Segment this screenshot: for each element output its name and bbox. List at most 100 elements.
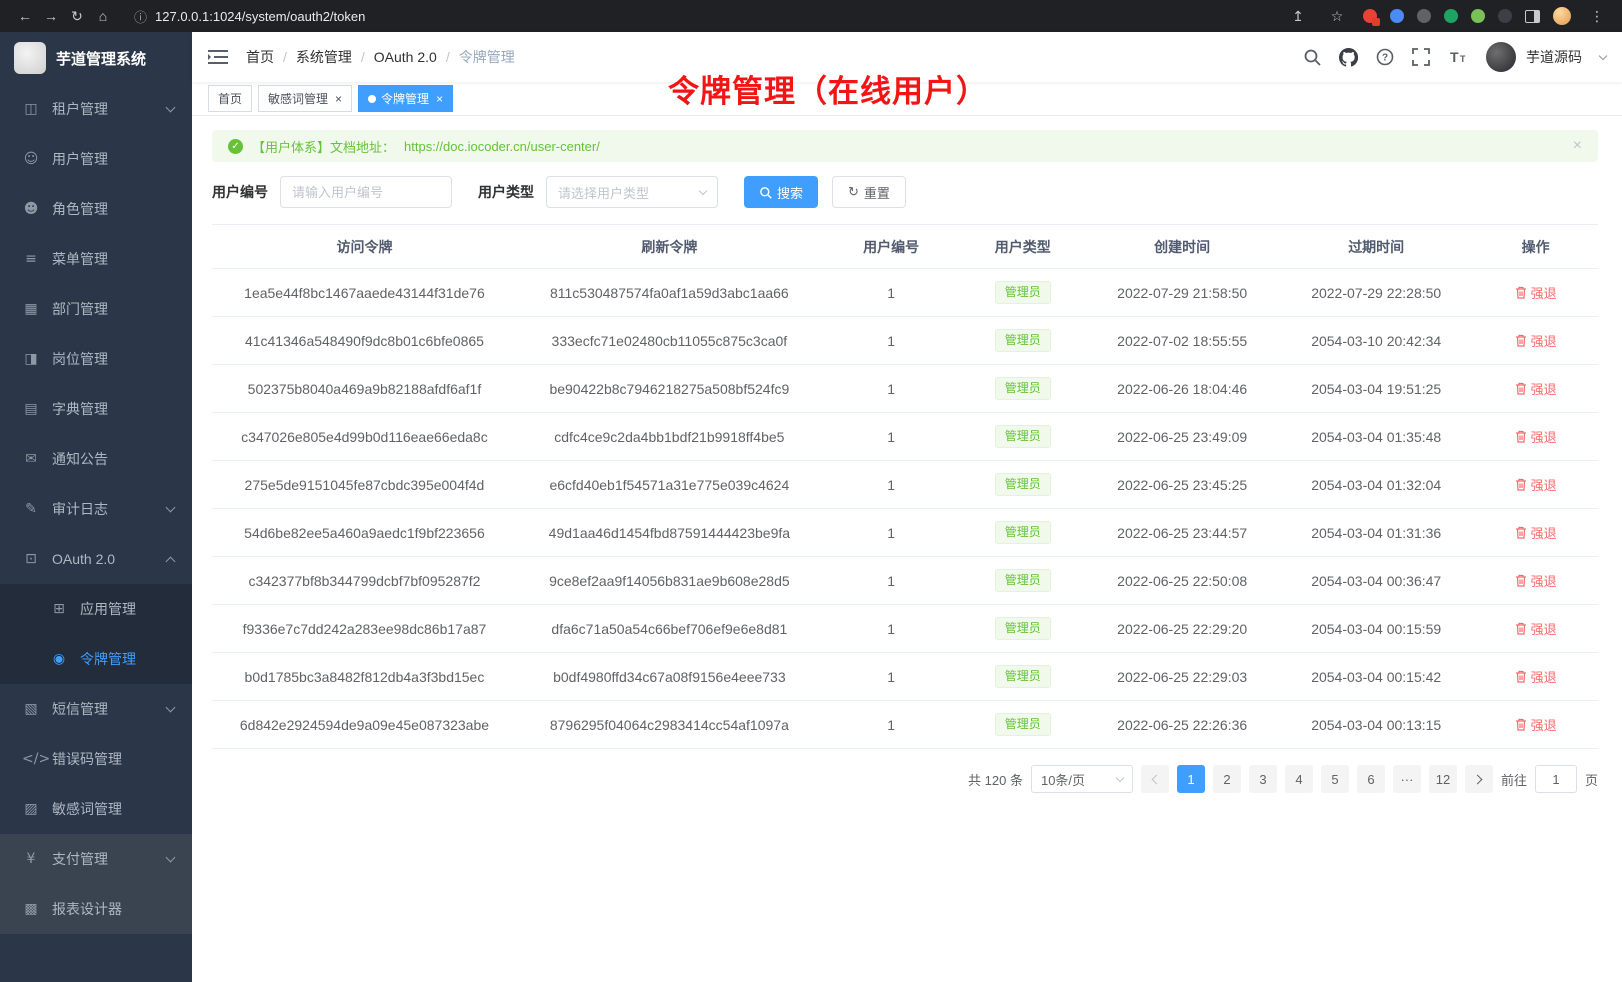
created-at-cell: 2022-06-25 22:26:36 — [1085, 701, 1279, 749]
user-id-input[interactable] — [280, 176, 452, 208]
reload-icon[interactable]: ↻ — [64, 8, 90, 25]
force-logout-button[interactable]: 强退 — [1515, 619, 1557, 638]
page-button[interactable]: 4 — [1285, 765, 1313, 793]
page-button[interactable]: 3 — [1249, 765, 1277, 793]
close-tab-icon[interactable]: × — [335, 93, 342, 105]
page-button[interactable]: 1 — [1177, 765, 1205, 793]
search-button[interactable]: 搜索 — [744, 176, 818, 208]
expires-at-cell: 2022-07-29 22:28:50 — [1279, 269, 1473, 317]
breadcrumb-item[interactable]: 首页 — [246, 47, 274, 67]
sidebar-item[interactable]: ◨ 岗位管理 — [0, 334, 192, 384]
menu-item-icon: </> — [22, 751, 40, 767]
forward-icon[interactable]: → — [38, 8, 64, 24]
tab-label: 令牌管理 — [381, 90, 429, 107]
hamburger-icon[interactable] — [208, 49, 228, 65]
page-size-select[interactable]: 10条/页 — [1031, 765, 1133, 793]
bookmark-star-icon[interactable]: ☆ — [1324, 8, 1350, 25]
view-tab[interactable]: 敏感词管理 × — [258, 85, 352, 112]
extension-icon[interactable] — [1444, 9, 1458, 23]
page-button[interactable]: 5 — [1321, 765, 1349, 793]
svg-text:?: ? — [1382, 53, 1388, 64]
sidebar-item[interactable]: ¥ 支付管理 — [0, 834, 192, 884]
back-icon[interactable]: ← — [12, 8, 38, 24]
force-logout-button[interactable]: 强退 — [1515, 571, 1557, 590]
user-id-cell: 1 — [822, 653, 961, 701]
fullscreen-icon[interactable] — [1412, 48, 1430, 66]
sidebar-item[interactable]: ✎ 审计日志 — [0, 484, 192, 534]
sidebar-item[interactable]: ☻ 角色管理 — [0, 184, 192, 234]
force-logout-button[interactable]: 强退 — [1515, 331, 1557, 350]
user-type-select[interactable]: 请选择用户类型 — [546, 176, 718, 208]
address-bar[interactable]: ⓘ 127.0.0.1:1024/system/oauth2/token — [134, 7, 1285, 26]
sidebar-item[interactable]: ⊞ 应用管理 — [0, 584, 192, 634]
prev-page-button[interactable] — [1141, 765, 1169, 793]
browser-menu-icon[interactable]: ⋮ — [1584, 8, 1610, 25]
user-id-cell: 1 — [822, 509, 961, 557]
user-avatar[interactable] — [1486, 42, 1516, 72]
extension-icon[interactable] — [1390, 9, 1404, 23]
success-check-icon: ✓ — [228, 139, 243, 154]
sidebar-item[interactable]: ▩ 报表设计器 — [0, 884, 192, 934]
user-type-badge: 管理员 — [995, 425, 1051, 448]
sidebar-item[interactable]: ▧ 短信管理 — [0, 684, 192, 734]
sidebar-item[interactable]: ▦ 部门管理 — [0, 284, 192, 334]
home-icon[interactable]: ⌂ — [90, 8, 116, 24]
sidebar-item[interactable]: ⊡ OAuth 2.0 — [0, 534, 192, 584]
breadcrumb-item[interactable]: 系统管理 — [274, 47, 352, 67]
expires-at-cell: 2054-03-04 00:36:47 — [1279, 557, 1473, 605]
sidebar-item[interactable]: ◫ 租户管理 — [0, 84, 192, 134]
sidebar-item[interactable]: ☺ 用户管理 — [0, 134, 192, 184]
doc-link[interactable]: https://doc.iocoder.cn/user-center/ — [404, 139, 600, 154]
search-icon[interactable] — [1303, 48, 1321, 66]
extension-icon[interactable] — [1498, 9, 1512, 23]
next-page-button[interactable] — [1465, 765, 1493, 793]
menu-item-label: 敏感词管理 — [52, 799, 174, 819]
force-logout-button[interactable]: 强退 — [1515, 715, 1557, 734]
sidebar-item[interactable]: ▨ 敏感词管理 — [0, 784, 192, 834]
sidebar-item[interactable]: ◉ 令牌管理 — [0, 634, 192, 684]
force-logout-button[interactable]: 强退 — [1515, 379, 1557, 398]
extension-icon[interactable] — [1363, 9, 1377, 23]
sidebar-item[interactable]: ✉ 通知公告 — [0, 434, 192, 484]
token-table: 访问令牌 刷新令牌 用户编号 用户类型 创建时间 过期时间 操作 — [212, 224, 1598, 749]
force-logout-button[interactable]: 强退 — [1515, 523, 1557, 542]
extension-icon[interactable] — [1417, 9, 1431, 23]
url-text[interactable]: 127.0.0.1:1024/system/oauth2/token — [155, 9, 365, 24]
table-header-row: 访问令牌 刷新令牌 用户编号 用户类型 创建时间 过期时间 操作 — [212, 225, 1598, 269]
force-logout-label: 强退 — [1531, 619, 1557, 638]
user-menu-chevron-icon[interactable] — [1599, 51, 1607, 59]
breadcrumb-item[interactable]: 令牌管理 — [437, 47, 515, 67]
browser-profile-avatar[interactable] — [1553, 7, 1571, 25]
menu-item-icon: ✉ — [22, 451, 40, 467]
sidebar-item[interactable]: ≡ 菜单管理 — [0, 234, 192, 284]
force-logout-button[interactable]: 强退 — [1515, 667, 1557, 686]
view-tab[interactable]: 令牌管理 × — [358, 85, 453, 112]
jump-page-input[interactable] — [1535, 765, 1577, 793]
github-icon[interactable] — [1339, 48, 1358, 67]
sidebar-item[interactable]: ▤ 字典管理 — [0, 384, 192, 434]
site-info-icon[interactable]: ⓘ — [134, 7, 147, 26]
force-logout-button[interactable]: 强退 — [1515, 283, 1557, 302]
side-panel-icon[interactable] — [1525, 10, 1540, 23]
force-logout-button[interactable]: 强退 — [1515, 427, 1557, 446]
font-size-icon[interactable]: TT — [1448, 48, 1468, 66]
page-button[interactable]: 2 — [1213, 765, 1241, 793]
reset-button[interactable]: ↻ 重置 — [832, 176, 906, 208]
expires-at-cell: 2054-03-04 19:51:25 — [1279, 365, 1473, 413]
page-button[interactable]: ··· — [1393, 765, 1421, 793]
user-id-cell: 1 — [822, 365, 961, 413]
refresh-token-cell: 333ecfc71e02480cb11055c875c3ca0f — [517, 317, 822, 365]
close-tab-icon[interactable]: × — [436, 93, 443, 105]
select-caret-icon — [1116, 773, 1124, 781]
page-button[interactable]: 12 — [1429, 765, 1457, 793]
force-logout-button[interactable]: 强退 — [1515, 475, 1557, 494]
close-alert-icon[interactable]: × — [1573, 137, 1582, 155]
sidebar-item[interactable]: </> 错误码管理 — [0, 734, 192, 784]
page-button[interactable]: 6 — [1357, 765, 1385, 793]
extension-icon[interactable] — [1471, 9, 1485, 23]
menu-item-icon: ◉ — [50, 651, 68, 667]
breadcrumb-item[interactable]: OAuth 2.0 — [352, 49, 437, 65]
share-icon[interactable]: ↥ — [1285, 8, 1311, 25]
help-icon[interactable]: ? — [1376, 48, 1394, 66]
view-tab[interactable]: 首页 — [208, 85, 252, 112]
